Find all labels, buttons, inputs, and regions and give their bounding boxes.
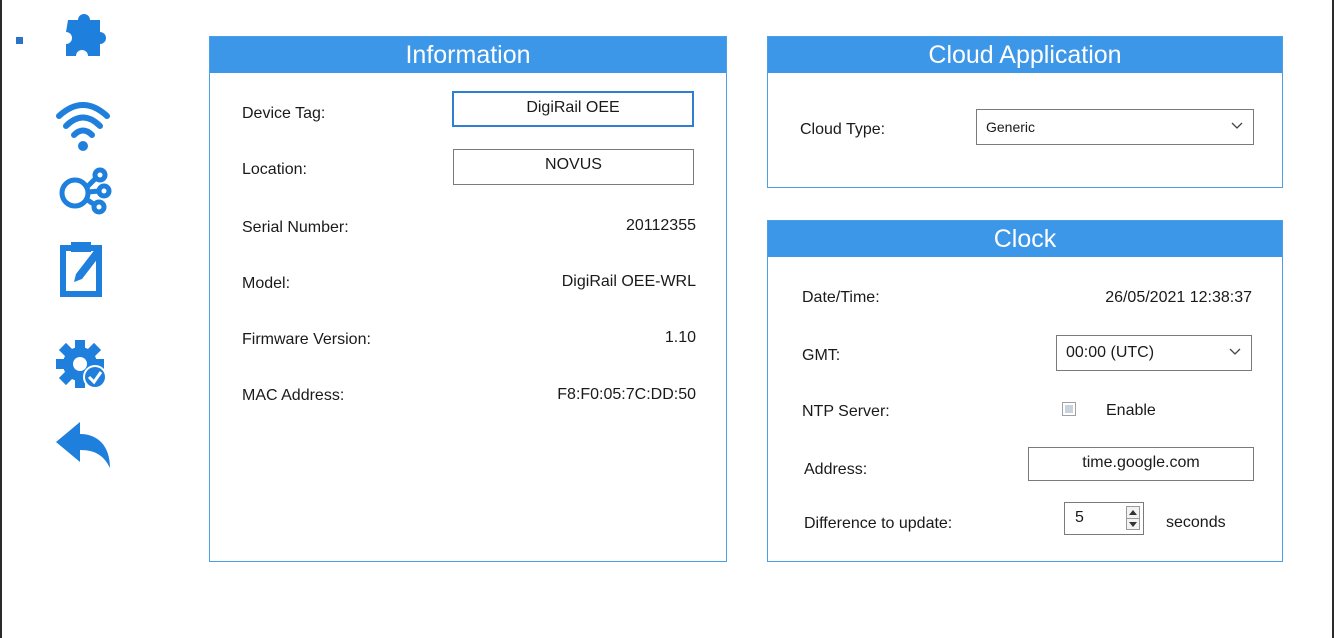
- active-marker: [16, 37, 23, 44]
- information-panel: Information Device Tag: DigiRail OEE Loc…: [209, 36, 727, 562]
- clock-panel: Clock Date/Time: 26/05/2021 12:38:37 GMT…: [767, 220, 1283, 562]
- location-input[interactable]: NOVUS: [453, 149, 694, 185]
- datetime-label: Date/Time:: [802, 289, 880, 306]
- puzzle-icon: [66, 14, 106, 56]
- model-value: DigiRail OEE-WRL: [561, 273, 696, 290]
- checkbox-indeterminate-mark: [1065, 405, 1073, 413]
- nav-item-wifi[interactable]: [46, 95, 120, 157]
- arrow-up-icon: [1129, 510, 1137, 515]
- address-label: Address:: [804, 461, 868, 478]
- cloud-type-label: Cloud Type:: [800, 121, 886, 138]
- edit-clipboard-icon: [60, 242, 102, 297]
- nav-item-connections[interactable]: [46, 158, 120, 220]
- back-arrow-icon: [56, 422, 110, 468]
- firmware-version-value: 1.10: [664, 329, 696, 346]
- information-title: Information: [210, 37, 726, 73]
- gmt-label: GMT:: [802, 347, 841, 364]
- device-tag-input[interactable]: DigiRail OEE: [452, 91, 694, 127]
- mac-address-label: MAC Address:: [242, 387, 345, 404]
- nav-item-back[interactable]: [46, 415, 120, 477]
- network-nodes-icon: [59, 167, 112, 215]
- chevron-down-icon: [1231, 122, 1243, 129]
- firmware-version-label: Firmware Version:: [242, 331, 371, 348]
- clock-title: Clock: [768, 221, 1282, 257]
- datetime-value: 26/05/2021 12:38:37: [1105, 289, 1252, 306]
- arrow-down-icon: [1129, 522, 1137, 527]
- spinner-down-button[interactable]: [1127, 518, 1139, 530]
- cloud-type-value: Generic: [986, 119, 1036, 135]
- seconds-unit-label: seconds: [1166, 514, 1226, 531]
- spinner-up-button[interactable]: [1127, 507, 1139, 518]
- location-label: Location:: [242, 161, 307, 178]
- ntp-address-input[interactable]: time.google.com: [1028, 447, 1254, 481]
- difference-to-update-label: Difference to update:: [804, 515, 953, 532]
- gmt-value: 00:00 (UTC): [1066, 344, 1155, 361]
- serial-number-label: Serial Number:: [242, 219, 349, 236]
- difference-to-update-spinner[interactable]: 5: [1064, 502, 1144, 535]
- ntp-enable-checkbox[interactable]: [1062, 402, 1076, 416]
- model-label: Model:: [242, 275, 291, 292]
- mac-address-value: F8:F0:05:7C:DD:50: [557, 386, 696, 403]
- spinner-buttons: [1126, 506, 1140, 530]
- cloud-application-panel: Cloud Application Cloud Type: Generic: [767, 36, 1283, 188]
- wifi-icon: [56, 102, 110, 151]
- gmt-select[interactable]: 00:00 (UTC): [1056, 335, 1252, 371]
- serial-number-value: 20112355: [626, 217, 696, 234]
- cloud-application-title: Cloud Application: [768, 37, 1282, 73]
- settings-gear-check-icon: [56, 340, 107, 389]
- difference-value: 5: [1075, 509, 1084, 526]
- nav-item-settings[interactable]: [46, 334, 120, 396]
- chevron-down-icon: [1229, 348, 1241, 355]
- ntp-server-label: NTP Server:: [802, 403, 890, 420]
- nav-item-edit[interactable]: [46, 238, 120, 300]
- nav-item-general[interactable]: [46, 9, 120, 71]
- cloud-type-select[interactable]: Generic: [976, 109, 1254, 145]
- device-tag-label: Device Tag:: [242, 105, 326, 122]
- ntp-enable-label: Enable: [1106, 402, 1156, 419]
